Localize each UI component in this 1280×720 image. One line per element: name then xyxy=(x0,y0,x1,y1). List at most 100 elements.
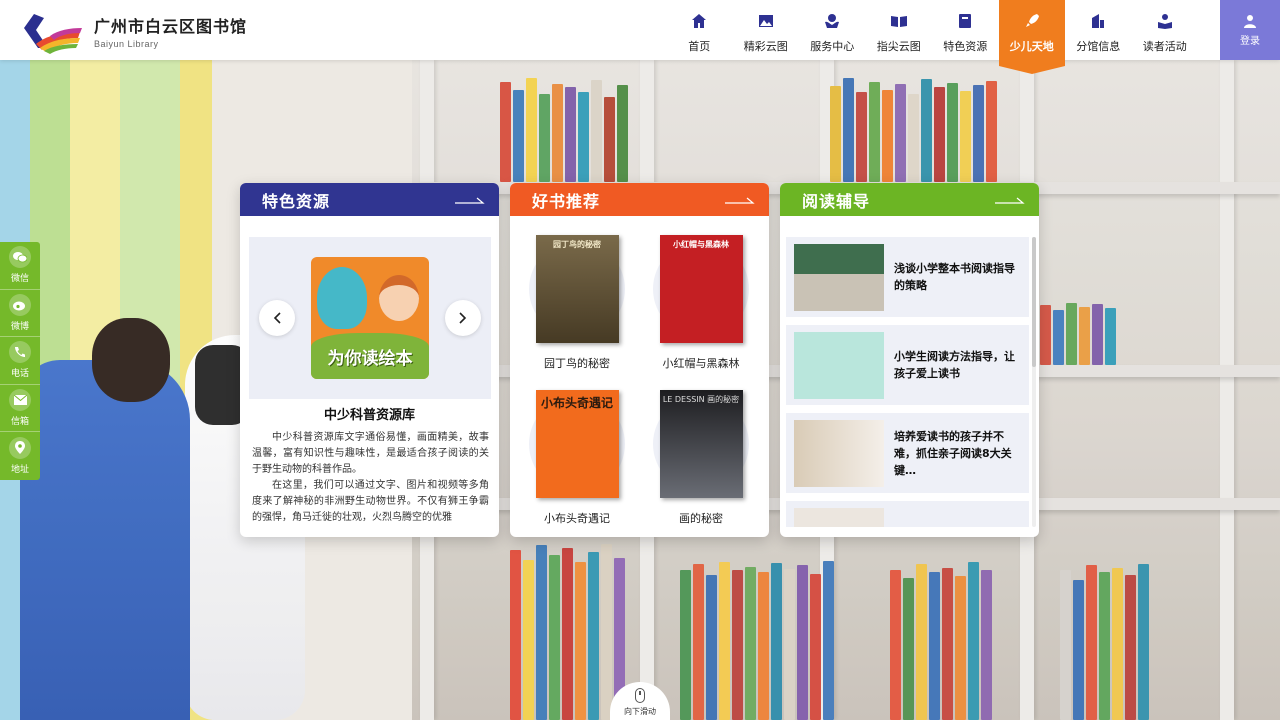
description-paragraph: 在这里，我们可以通过文字、图片和视频等多角度来了解神秘的非洲野生动物世界。不仅有… xyxy=(252,480,489,523)
mouse-icon xyxy=(635,688,645,703)
book-title[interactable]: 小红帽与黑森林 xyxy=(663,355,740,371)
scrollbar-thumb[interactable] xyxy=(1032,237,1036,367)
description-paragraph: 中少科普资源库文字通俗易懂，画面精美，故事温馨，富有知识性与趣味性，是最适合孩子… xyxy=(252,432,489,475)
book-recommendations-card: 好书推荐 园丁鸟的秘密 园丁鸟的秘密 小红帽与黑森林 小红帽与黑森林 小布头奇遇… xyxy=(510,183,769,537)
carousel-prev-button[interactable] xyxy=(259,300,295,336)
nav-label: 精彩云图 xyxy=(743,40,788,53)
nav-item-reader-activities[interactable]: 读者活动 xyxy=(1132,0,1199,60)
rocket-icon xyxy=(1025,14,1039,27)
book-title[interactable]: 小布头奇遇记 xyxy=(544,510,610,526)
list-item[interactable] xyxy=(786,501,1029,527)
article-thumbnail[interactable] xyxy=(794,419,884,487)
nav-item-special-resources[interactable]: 特色资源 xyxy=(932,0,999,60)
arrow-right-icon xyxy=(995,197,1025,204)
article-title[interactable]: 培养爱读书的孩子并不难，抓住亲子阅读8大关键… xyxy=(894,428,1021,479)
card-header[interactable]: 特色资源 xyxy=(240,183,499,216)
scrollbar[interactable] xyxy=(1032,237,1036,527)
social-item-address[interactable]: 地址 xyxy=(0,432,40,480)
list-item[interactable]: 浅谈小学整本书阅读指导的策略 xyxy=(786,237,1029,317)
nav-item-kids[interactable]: 少儿天地 xyxy=(998,0,1065,74)
logo-subtitle: Baiyun Library xyxy=(94,39,159,49)
book-item[interactable]: 园丁鸟的秘密 园丁鸟的秘密 xyxy=(516,228,638,371)
weibo-icon xyxy=(9,293,31,316)
slide-image[interactable]: 为你读绘本 xyxy=(311,257,429,379)
social-item-phone[interactable]: 电话 xyxy=(0,337,40,385)
nav-item-gallery[interactable]: 精彩云图 xyxy=(733,0,800,60)
article-title[interactable]: 浅谈小学整本书阅读指导的策略 xyxy=(894,260,1021,294)
login-button[interactable]: 登录 xyxy=(1220,0,1280,60)
service-icon xyxy=(825,14,840,28)
nav-label: 首页 xyxy=(688,40,711,53)
social-label: 微信 xyxy=(10,274,29,285)
library-logo[interactable]: 广州市白云区图书馆 Baiyun Library xyxy=(20,8,247,54)
user-icon xyxy=(1244,14,1256,28)
cover-title: 园丁鸟的秘密 xyxy=(553,240,601,249)
book-item[interactable]: LE DESSIN 画的秘密 画的秘密 xyxy=(640,383,762,526)
social-item-wechat[interactable]: 微信 xyxy=(0,242,40,290)
card-title: 特色资源 xyxy=(262,191,331,211)
mail-icon xyxy=(9,388,31,411)
wechat-icon xyxy=(9,246,31,269)
chevron-right-icon xyxy=(459,312,467,324)
card-title: 好书推荐 xyxy=(532,191,601,211)
book-icon xyxy=(959,14,972,28)
article-thumbnail[interactable] xyxy=(794,331,884,399)
list-item[interactable]: 小学生阅读方法指导，让孩子爱上读书 xyxy=(786,325,1029,405)
arrow-right-icon xyxy=(725,197,755,204)
book-cover[interactable]: 小布头奇遇记 xyxy=(535,390,619,498)
featured-resources-card: 特色资源 为你读绘本 中少科普资源库 中少科普资源库文字通俗易懂，画面精美，故事… xyxy=(240,183,499,537)
article-thumbnail[interactable] xyxy=(794,507,884,527)
login-label: 登录 xyxy=(1240,35,1260,47)
social-item-weibo[interactable]: 微博 xyxy=(0,290,40,337)
cover-title: 小红帽与黑森林 xyxy=(673,240,729,249)
card-title: 阅读辅导 xyxy=(802,191,871,211)
social-label: 信箱 xyxy=(10,416,29,427)
nav-item-branches[interactable]: 分馆信息 xyxy=(1065,0,1132,60)
phone-icon xyxy=(9,341,31,364)
location-icon xyxy=(9,436,31,459)
nav-label: 指尖云图 xyxy=(876,40,921,53)
card-header[interactable]: 好书推荐 xyxy=(510,183,769,216)
card-header[interactable]: 阅读辅导 xyxy=(780,183,1039,216)
book-grid: 园丁鸟的秘密 园丁鸟的秘密 小红帽与黑森林 小红帽与黑森林 小布头奇遇记 小布头… xyxy=(510,228,769,526)
social-label: 地址 xyxy=(10,464,29,475)
top-header: 广州市白云区图书馆 Baiyun Library 首页 精彩云图 服务中心 指尖… xyxy=(0,0,1280,74)
resource-carousel: 为你读绘本 xyxy=(249,237,491,399)
list-item[interactable]: 培养爱读书的孩子并不难，抓住亲子阅读8大关键… xyxy=(786,413,1029,493)
slide-caption: 为你读绘本 xyxy=(327,349,413,369)
nav-item-fingertip[interactable]: 指尖云图 xyxy=(866,0,933,60)
nav-label: 少儿天地 xyxy=(1009,40,1054,53)
carousel-next-button[interactable] xyxy=(445,300,481,336)
book-title[interactable]: 画的秘密 xyxy=(679,510,723,526)
resource-description: 中少科普资源库文字通俗易懂，画面精美，故事温馨，富有知识性与趣味性，是最适合孩子… xyxy=(252,430,489,526)
book-item[interactable]: 小布头奇遇记 小布头奇遇记 xyxy=(516,383,638,526)
social-sidebar: 微信 微博 电话 信箱 地址 xyxy=(0,242,40,480)
social-item-mail[interactable]: 信箱 xyxy=(0,385,40,432)
nav-item-home[interactable]: 首页 xyxy=(666,0,733,60)
guide-list: 浅谈小学整本书阅读指导的策略 小学生阅读方法指导，让孩子爱上读书 培养爱读书的孩… xyxy=(786,237,1029,527)
reader-icon xyxy=(1157,14,1172,29)
nav-label: 读者活动 xyxy=(1142,40,1187,53)
social-label: 微博 xyxy=(10,321,29,332)
cover-title: LE DESSIN 画的秘密 xyxy=(662,395,740,404)
logo-mark-icon xyxy=(20,8,84,54)
resource-title[interactable]: 中少科普资源库 xyxy=(240,404,499,423)
nav-label: 特色资源 xyxy=(943,40,988,53)
article-thumbnail[interactable] xyxy=(794,243,884,311)
book-cover[interactable]: 园丁鸟的秘密 xyxy=(535,235,619,343)
logo-title: 广州市白云区图书馆 xyxy=(94,17,248,36)
book-cover[interactable]: LE DESSIN 画的秘密 xyxy=(659,390,743,498)
book-item[interactable]: 小红帽与黑森林 小红帽与黑森林 xyxy=(640,228,762,371)
reading-guidance-card: 阅读辅导 浅谈小学整本书阅读指导的策略 小学生阅读方法指导，让孩子爱上读书 培养… xyxy=(780,183,1039,537)
arrow-right-icon xyxy=(455,197,485,204)
scroll-hint-label: 向下滑动 xyxy=(624,707,656,716)
article-title[interactable]: 小学生阅读方法指导，让孩子爱上读书 xyxy=(894,348,1021,382)
branch-icon xyxy=(1092,14,1105,28)
nav-label: 分馆信息 xyxy=(1076,40,1121,53)
nav-item-service[interactable]: 服务中心 xyxy=(799,0,866,60)
main-nav: 首页 精彩云图 服务中心 指尖云图 特色资源 少儿天地 分馆信息 读者活动 xyxy=(666,0,1199,74)
cover-title: 小布头奇遇记 xyxy=(540,396,613,410)
gallery-icon xyxy=(758,15,773,27)
book-cover[interactable]: 小红帽与黑森林 xyxy=(659,235,743,343)
book-title[interactable]: 园丁鸟的秘密 xyxy=(544,355,610,371)
